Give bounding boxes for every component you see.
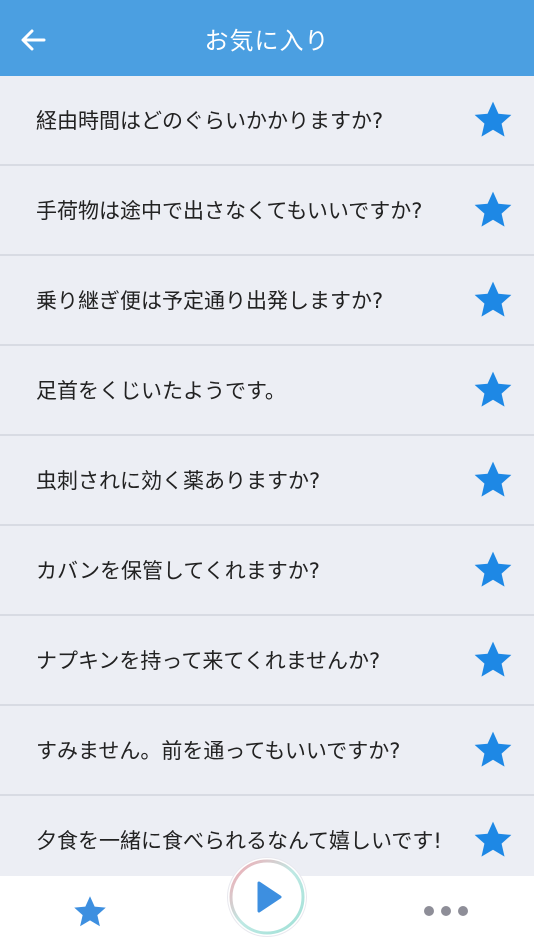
phrase-text: 乗り継ぎ便は予定通り出発しますか? (36, 289, 384, 313)
list-item[interactable]: 手荷物は途中で出さなくてもいいですか? (0, 166, 534, 256)
star-icon[interactable] (472, 189, 514, 231)
dot (441, 906, 451, 916)
list-item[interactable]: カバンを保管してくれますか? (0, 526, 534, 616)
phrase-text: すみません。前を通ってもいいですか? (36, 739, 401, 763)
star-icon[interactable] (472, 819, 514, 861)
dot (458, 906, 468, 916)
favorites-list: 経由時間はどのぐらいかかりますか? 手荷物は途中で出さなくてもいいですか? 乗り… (0, 76, 534, 886)
list-item[interactable]: 経由時間はどのぐらいかかりますか? (0, 76, 534, 166)
star-icon[interactable] (472, 99, 514, 141)
star-icon[interactable] (472, 459, 514, 501)
star-icon[interactable] (72, 894, 108, 930)
star-icon[interactable] (472, 729, 514, 771)
star-icon[interactable] (472, 369, 514, 411)
bottom-tab-bar (0, 858, 534, 950)
list-item[interactable]: ナプキンを持って来てくれませんか? (0, 616, 534, 706)
play-icon (257, 881, 282, 913)
list-item[interactable]: 虫刺されに効く薬ありますか? (0, 436, 534, 526)
phrase-text: カバンを保管してくれますか? (36, 559, 320, 583)
dot (424, 906, 434, 916)
phrase-text: ナプキンを持って来てくれませんか? (36, 649, 381, 673)
phrase-text: 足首をくじいたようです。 (36, 379, 286, 403)
more-dots-icon[interactable] (424, 906, 468, 916)
page-title: お気に入り (204, 27, 330, 55)
phrase-text: 経由時間はどのぐらいかかりますか? (36, 109, 384, 133)
phrase-text: 手荷物は途中で出さなくてもいいですか? (36, 199, 423, 223)
play-button[interactable] (228, 858, 306, 936)
list-item[interactable]: 乗り継ぎ便は予定通り出発しますか? (0, 256, 534, 346)
app-header: お気に入り (0, 0, 534, 76)
list-item[interactable]: 足首をくじいたようです。 (0, 346, 534, 436)
star-icon[interactable] (472, 639, 514, 681)
star-icon[interactable] (472, 549, 514, 591)
phrase-text: 虫刺されに効く薬ありますか? (36, 469, 321, 493)
star-icon[interactable] (472, 279, 514, 321)
list-item[interactable]: すみません。前を通ってもいいですか? (0, 706, 534, 796)
